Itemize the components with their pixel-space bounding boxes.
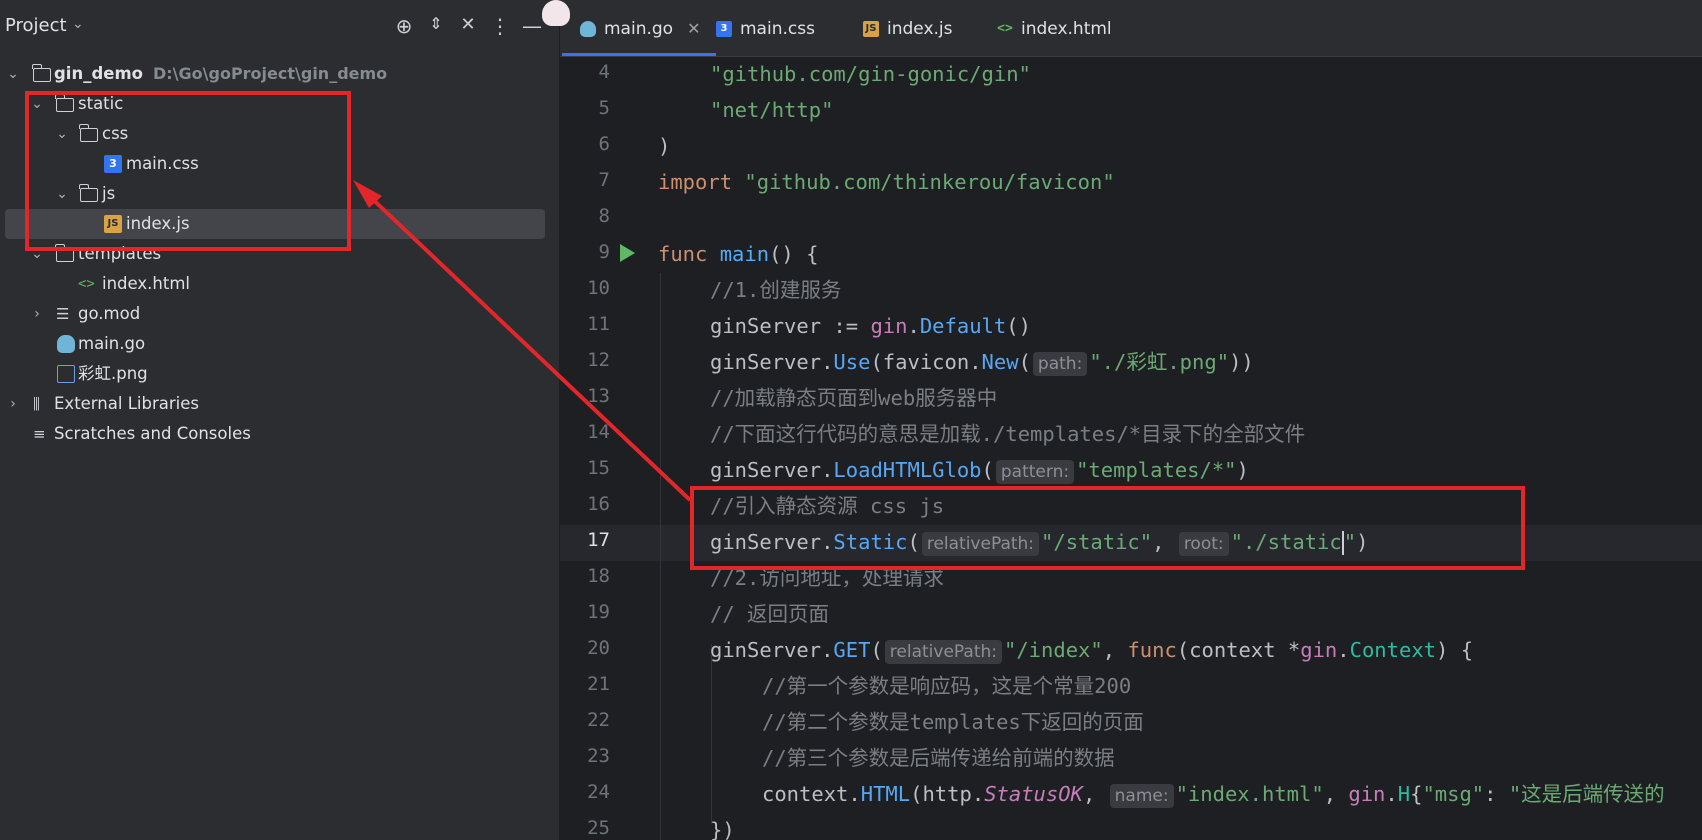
code-line-5: "net/http" [710,98,834,122]
minimize-icon[interactable]: — [520,14,544,38]
code-line-6: ) [658,134,671,158]
folder-icon [32,64,51,82]
line-number: 15 [587,457,610,479]
tree-item-index-html[interactable]: <> index.html [0,269,559,299]
line-number: 20 [587,637,610,659]
line-number: 11 [587,313,610,335]
code-line-14: //下面这行代码的意思是加载./templates/*目录下的全部文件 [710,422,1306,446]
indent-guide [711,644,712,824]
crosshair-icon[interactable]: ⊕ [392,14,416,38]
indent-guide [660,273,661,840]
project-path: D:\Go\goProject\gin_demo [153,64,388,83]
parameter-hint: pattern: [995,460,1075,484]
line-number: 9 [598,241,610,263]
line-number: 23 [587,745,610,767]
line-number: 13 [587,385,610,407]
line-number: 7 [598,169,610,191]
js-file-icon: JS [863,21,879,37]
annotation-box-static-folder [25,91,351,251]
line-number: 12 [587,349,610,371]
code-line-20: ginServer.GET(relativePath: "/index", fun… [710,638,1474,664]
code-line-7: import "github.com/thinkerou/favicon" [658,170,1115,194]
tab-label: main.go [604,19,674,39]
tree-item-scratches[interactable]: ≡ Scratches and Consoles [0,419,559,449]
tab-main-css[interactable]: 3 main.css [716,0,815,56]
code-line-19: // 返回页面 [710,602,830,626]
annotation-box-static-code [690,486,1525,570]
code-line-22: //第二个参数是templates下返回的页面 [762,710,1144,734]
image-file-icon [57,365,75,383]
code-line-11: ginServer := gin.Default() [710,314,1031,338]
tree-item-label: gin_demo [54,64,143,83]
line-number: 18 [587,565,610,587]
code-editor[interactable]: 4 5 6 7 8 9 10 11 12 13 14 15 16 17 18 1… [560,57,1702,840]
code-line-25: }) [710,818,735,840]
html-file-icon: <> [78,276,95,292]
go-file-icon [580,21,596,37]
mascot-icon [542,0,570,26]
parameter-hint: relativePath: [884,640,1002,664]
scratches-icon: ≡ [33,425,46,443]
line-number: 14 [587,421,610,443]
tab-index-html[interactable]: <> index.html [997,0,1112,56]
tree-item-gin-demo[interactable]: ⌄ gin_demo D:\Go\goProject\gin_demo [0,59,559,89]
code-line-23: //第三个参数是后端传递给前端的数据 [762,746,1115,770]
go-file-icon [57,335,75,353]
line-number: 8 [598,205,610,227]
editor-tab-bar: main.go ✕ 3 main.css JS index.js <> index.ht… [560,0,1702,57]
code-line-21: //第一个参数是响应码，这是个常量200 [762,674,1132,698]
tree-item-label: main.go [78,334,146,353]
more-vertical-icon[interactable]: ⋮ [488,14,512,38]
code-line-9: func main() { [658,242,819,266]
close-icon[interactable]: ✕ [687,19,700,38]
tree-item-png[interactable]: 彩虹.png [0,359,559,389]
collapse-all-icon[interactable]: ✕ [456,14,480,35]
chevron-down-icon[interactable]: ⌄ [6,59,20,89]
tab-label: index.js [887,19,953,39]
tree-item-label: 彩虹.png [78,364,148,383]
tab-label: index.html [1021,19,1112,39]
run-icon[interactable] [620,244,635,262]
mod-file-icon: ☰ [56,305,70,323]
line-number: 10 [587,277,610,299]
line-number: 25 [587,817,610,839]
tab-main-go[interactable]: main.go ✕ [561,0,718,56]
chevron-down-icon[interactable]: ⌄ [72,16,84,32]
line-number: 22 [587,709,610,731]
line-number: 5 [598,97,610,119]
code-line-15: ginServer.LoadHTMLGlob(pattern: "template… [710,458,1249,484]
tree-item-label: External Libraries [54,394,199,413]
code-line-12: ginServer.Use(favicon.New(path: "./彩虹.png… [710,350,1254,376]
code-line-10: //1.创建服务 [710,278,842,302]
line-number-current: 17 [587,529,610,551]
chevron-right-icon[interactable]: › [6,389,20,419]
css-file-icon: 3 [716,21,732,37]
code-line-4: "github.com/gin-gonic/gin" [710,62,1031,86]
tree-item-label: Scratches and Consoles [54,424,251,443]
code-line-24: context.HTML(http.StatusOK, name: "index.… [762,782,1665,808]
code-line-13: //加载静态页面到web服务器中 [710,386,998,410]
parameter-hint: name: [1109,784,1174,808]
line-number: 21 [587,673,610,695]
line-number: 16 [587,493,610,515]
tab-label: main.css [740,19,815,39]
line-number: 6 [598,133,610,155]
line-number: 24 [587,781,610,803]
tree-item-label: go.mod [78,304,141,323]
tab-index-js[interactable]: JS index.js [863,0,953,56]
project-header: Project ⌄ ⊕ ⇕ ✕ ⋮ — [0,0,559,56]
tree-item-go-mod[interactable]: › ☰ go.mod [0,299,559,329]
line-number: 4 [598,61,610,83]
html-file-icon: <> [997,21,1013,36]
tree-item-external-libraries[interactable]: › ⫼ External Libraries [0,389,559,419]
library-icon: ⫼ [33,395,40,413]
tree-item-main-go[interactable]: main.go [0,329,559,359]
chevron-right-icon[interactable]: › [30,299,44,329]
tree-item-label: index.html [102,274,190,293]
expand-collapse-icon[interactable]: ⇕ [424,14,448,33]
parameter-hint: path: [1032,352,1088,376]
line-number: 19 [587,601,610,623]
project-title[interactable]: Project [5,15,67,36]
